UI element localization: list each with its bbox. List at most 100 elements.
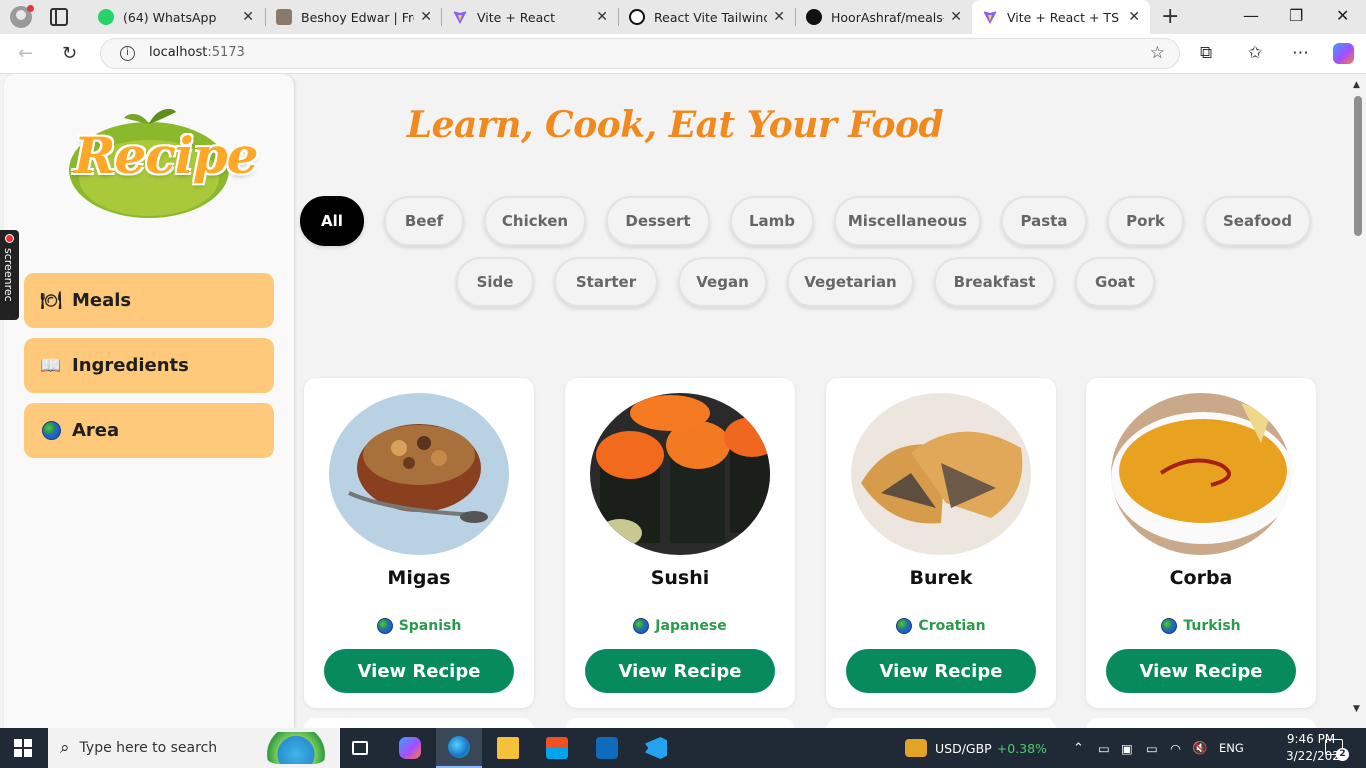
category-chip-dessert[interactable]: Dessert (606, 196, 710, 246)
category-chip-goat[interactable]: Goat (1075, 257, 1155, 307)
windows-taskbar: ⌕ Type here to search USD/GBP +0.38% ⌃ ▭… (0, 728, 1366, 768)
close-icon[interactable]: ✕ (596, 9, 608, 25)
menu-meals-button[interactable]: 🍽 Meals (24, 273, 274, 328)
window-close-icon[interactable]: ✕ (1336, 6, 1349, 25)
view-recipe-button[interactable]: View Recipe (1106, 649, 1296, 693)
browser-tab-active[interactable]: Vite + React + TS ✕ (972, 0, 1150, 34)
microsoft-store-icon[interactable] (534, 728, 580, 768)
meal-image-sushi (590, 393, 770, 555)
meal-card: Burek Croatian View Recipe (826, 378, 1056, 708)
category-chip-lamb[interactable]: Lamb (730, 196, 814, 246)
task-view-icon[interactable] (337, 728, 383, 768)
tab-title: Vite + React (477, 9, 556, 25)
globe-icon (1161, 618, 1178, 634)
minimize-icon[interactable]: — (1243, 6, 1259, 25)
show-hidden-icons[interactable]: ⌃ (1073, 728, 1084, 768)
info-icon[interactable]: i (120, 46, 135, 61)
scrollbar-thumb[interactable] (1354, 96, 1362, 236)
category-chip-pork[interactable]: Pork (1107, 196, 1184, 246)
meet-now-icon[interactable]: ▭ (1098, 728, 1110, 768)
menu-ingredients-button[interactable]: 📖 Ingredients (24, 338, 274, 393)
meal-card-partial (565, 718, 795, 728)
volume-muted-icon[interactable]: 🔇 (1192, 728, 1208, 768)
category-chip-beef[interactable]: Beef (384, 196, 464, 246)
tab-actions-icon[interactable] (50, 8, 68, 26)
close-icon[interactable]: ✕ (950, 9, 962, 25)
page-scrollbar[interactable]: ▲ ▼ (1350, 74, 1366, 728)
address-bar[interactable]: i localhost:5173 ☆ (100, 38, 1180, 69)
meal-area-label: Croatian (918, 618, 986, 634)
edge-browser-icon[interactable] (436, 728, 482, 768)
vite-icon (453, 11, 467, 24)
browser-tab-beshoy[interactable]: Beshoy Edwar | Front- ✕ (266, 0, 442, 34)
globe-icon (40, 420, 62, 442)
outlook-icon[interactable] (584, 728, 630, 768)
windows-start-icon[interactable] (14, 739, 32, 757)
plate-icon: 🍽 (40, 290, 62, 311)
menu-area-button[interactable]: Area (24, 403, 274, 458)
new-tab-icon[interactable]: + (1161, 4, 1179, 29)
extensions-icon[interactable]: ⧉ (1200, 43, 1212, 63)
battery-icon[interactable]: ▭ (1146, 728, 1158, 768)
file-explorer-icon[interactable] (485, 728, 531, 768)
browser-tab-chatgpt[interactable]: React Vite Tailwind Po ✕ (619, 0, 795, 34)
category-chip-vegan[interactable]: Vegan (678, 257, 767, 307)
meal-card-partial (826, 718, 1056, 728)
github-icon (806, 9, 822, 25)
currency-pair: USD/GBP (935, 740, 992, 756)
copilot-taskbar-icon[interactable] (387, 728, 433, 768)
meal-image-migas (329, 393, 509, 555)
scroll-up-icon[interactable]: ▲ (1353, 80, 1360, 90)
meal-card: Sushi Japanese View Recipe (565, 378, 795, 708)
coins-icon (905, 739, 927, 757)
meal-image-corba (1111, 393, 1291, 555)
meal-area-label: Spanish (398, 618, 462, 634)
category-chip-side[interactable]: Side (456, 257, 534, 307)
category-chip-seafood[interactable]: Seafood (1204, 196, 1311, 246)
restore-icon[interactable]: ❐ (1289, 6, 1303, 25)
book-icon: 📖 (40, 355, 62, 376)
meal-card-partial (1086, 718, 1316, 728)
category-chip-chicken[interactable]: Chicken (484, 196, 586, 246)
category-chip-breakfast[interactable]: Breakfast (934, 257, 1055, 307)
category-chip-starter[interactable]: Starter (554, 257, 658, 307)
browser-tab-vite-react[interactable]: Vite + React ✕ (442, 0, 618, 34)
category-chip-miscellaneous[interactable]: Miscellaneous (834, 196, 981, 246)
close-icon[interactable]: ✕ (773, 9, 785, 25)
vscode-icon[interactable] (633, 728, 679, 768)
category-chip-vegetarian[interactable]: Vegetarian (787, 257, 914, 307)
scroll-down-icon[interactable]: ▼ (1353, 704, 1360, 714)
more-options-icon[interactable]: ⋯ (1292, 43, 1309, 63)
wifi-icon[interactable]: ◠ (1170, 728, 1181, 768)
back-arrow-icon[interactable]: ← (18, 43, 33, 64)
screenrec-widget[interactable]: screenrec (0, 230, 19, 320)
input-language[interactable]: ENG (1219, 728, 1244, 768)
close-icon[interactable]: ✕ (242, 9, 254, 25)
refresh-icon[interactable]: ↻ (62, 43, 77, 64)
search-highlight-image (262, 732, 330, 764)
close-icon[interactable]: ✕ (420, 9, 432, 25)
browser-tab-whatsapp[interactable]: (64) WhatsApp ✕ (88, 0, 264, 34)
notification-center-icon[interactable]: 2 (1325, 739, 1349, 761)
view-recipe-button[interactable]: View Recipe (324, 649, 514, 693)
meal-area: Croatian (826, 618, 1056, 634)
view-recipe-button[interactable]: View Recipe (585, 649, 775, 693)
display-icon[interactable]: ▣ (1121, 728, 1133, 768)
taskbar-search[interactable]: ⌕ Type here to search (48, 728, 340, 768)
meal-area: Spanish (304, 618, 534, 634)
browser-tab-github[interactable]: HoorAshraf/meals-pro ✕ (796, 0, 972, 34)
favorites-icon[interactable]: ✩ (1248, 43, 1262, 63)
category-chip-all[interactable]: All (300, 196, 364, 246)
close-icon[interactable]: ✕ (1128, 9, 1140, 25)
favorite-star-icon[interactable]: ☆ (1150, 43, 1165, 63)
meal-area: Turkish (1086, 618, 1316, 634)
menu-label: Meals (72, 290, 132, 311)
currency-widget[interactable]: USD/GBP +0.38% (905, 728, 1047, 768)
meal-name: Migas (387, 567, 451, 589)
view-recipe-button[interactable]: View Recipe (846, 649, 1036, 693)
url-port: :5173 (207, 45, 245, 60)
category-chip-pasta[interactable]: Pasta (1001, 196, 1087, 246)
meal-name: Burek (909, 567, 973, 589)
copilot-icon[interactable] (1333, 43, 1354, 64)
whatsapp-icon (98, 9, 114, 25)
